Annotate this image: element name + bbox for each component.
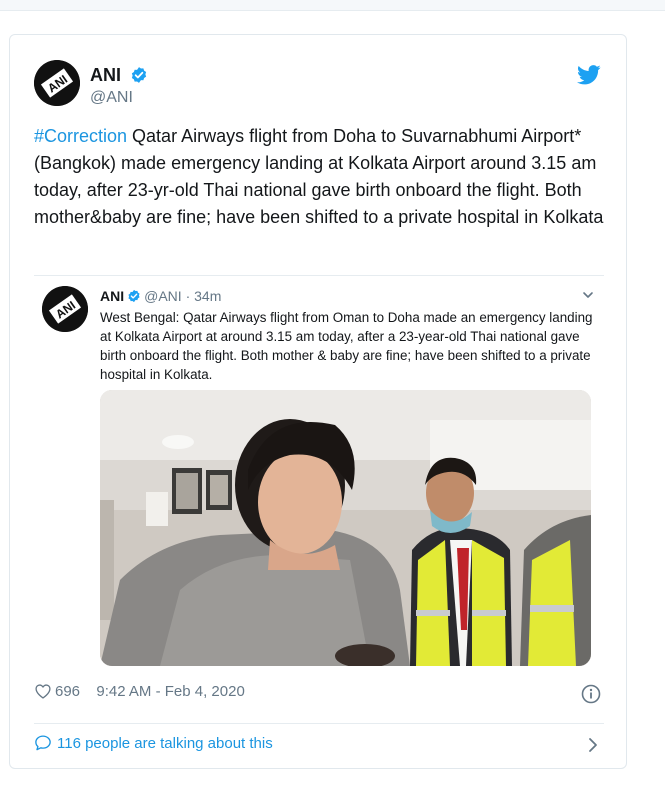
quoted-photo[interactable]: [100, 390, 591, 666]
footer-divider: [34, 723, 604, 724]
like-button[interactable]: 696: [34, 683, 84, 700]
like-count[interactable]: 696: [55, 683, 80, 700]
chevron-right-icon[interactable]: [588, 737, 598, 753]
quoted-author-avatar[interactable]: ANI: [42, 286, 88, 332]
quoted-tweet[interactable]: ANI ANI @ANI · 34m West Bengal: Qatar Ai…: [34, 275, 604, 676]
heart-icon[interactable]: [34, 683, 52, 699]
author-handle[interactable]: @ANI: [90, 89, 133, 107]
ani-logo: ANI: [42, 286, 88, 332]
info-icon[interactable]: [581, 684, 601, 704]
quoted-separator: ·: [181, 288, 195, 304]
conversation-link[interactable]: 116 people are talking about this: [34, 734, 604, 758]
twitter-bird-icon[interactable]: [577, 65, 601, 85]
quoted-author-handle[interactable]: @ANI: [144, 288, 182, 304]
tweet-meta: 696 9:42 AM - Feb 4, 2020: [34, 683, 245, 700]
conversation-link-text[interactable]: 116 people are talking about this: [57, 735, 273, 752]
tweet-timestamp[interactable]: 9:42 AM - Feb 4, 2020: [96, 683, 244, 700]
quoted-author-name[interactable]: ANI: [100, 288, 124, 304]
chevron-down-icon[interactable]: [582, 290, 594, 300]
author-name[interactable]: ANI: [90, 65, 148, 86]
tweet-text: #Correction Qatar Airways flight from Do…: [34, 123, 604, 231]
tweet-card: ANI ANI @ANI #Correction Qatar Airways f…: [9, 34, 627, 769]
photo-illustration: [100, 390, 591, 666]
page-top-strip: [0, 0, 665, 11]
quoted-age[interactable]: 34m: [194, 288, 221, 304]
hashtag-link[interactable]: #Correction: [34, 126, 127, 146]
verified-badge-icon: [128, 289, 140, 303]
speech-bubble-icon[interactable]: [34, 734, 52, 751]
quoted-text: West Bengal: Qatar Airways flight from O…: [100, 310, 593, 382]
quoted-header: ANI @ANI · 34m: [100, 288, 221, 304]
verified-badge-icon: [131, 67, 147, 83]
author-name-text[interactable]: ANI: [90, 65, 121, 85]
author-avatar[interactable]: ANI: [34, 60, 80, 106]
ani-logo: ANI: [34, 60, 80, 106]
